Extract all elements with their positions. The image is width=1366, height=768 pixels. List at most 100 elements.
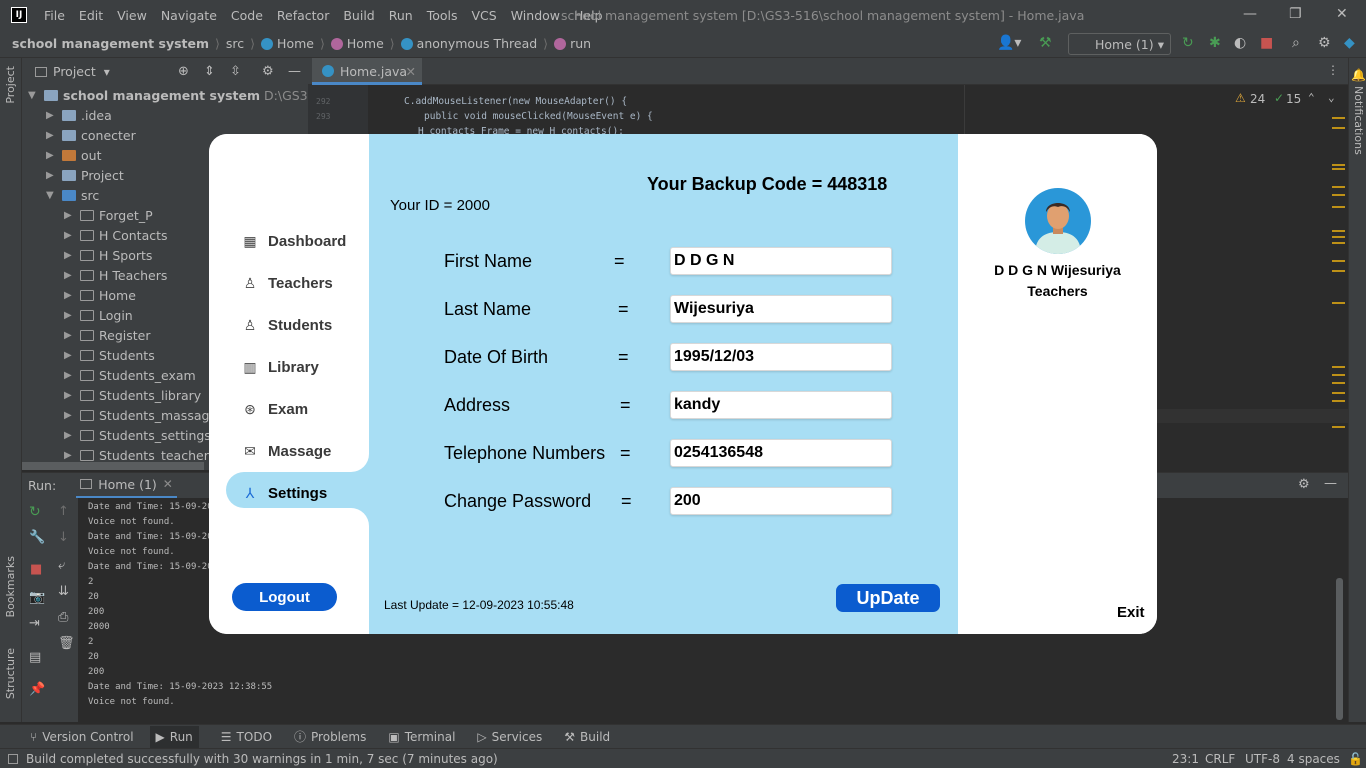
chevron-right-icon[interactable]: ▶ xyxy=(64,230,80,241)
chevron-right-icon[interactable]: ▶ xyxy=(64,430,80,441)
warning-stripe-mark[interactable] xyxy=(1332,194,1345,196)
warning-count[interactable]: 24 xyxy=(1250,92,1265,106)
warning-stripe-mark[interactable] xyxy=(1332,270,1345,272)
breadcrumb-src[interactable]: src xyxy=(226,36,244,51)
sidebar-item-teachers[interactable]: ♙ Teachers xyxy=(241,269,333,297)
tab-terminal[interactable]: ▣ Terminal xyxy=(388,730,455,744)
line-separator[interactable]: CRLF xyxy=(1205,752,1235,766)
restore-icon[interactable]: ❐ xyxy=(1289,6,1302,22)
warning-icon[interactable]: ⚠ xyxy=(1235,91,1246,105)
tab-problems[interactable]: ⓘ Problems xyxy=(294,728,366,745)
minimize-icon[interactable]: — xyxy=(1243,6,1257,22)
bookmarks-tool-tab[interactable]: Bookmarks xyxy=(4,556,17,617)
hide-panel-icon[interactable]: — xyxy=(1324,476,1337,491)
tab-services[interactable]: ▷ Services xyxy=(477,730,542,744)
close-icon[interactable]: ✕ xyxy=(1336,6,1348,22)
more-options-icon[interactable]: ⋮ xyxy=(1327,63,1339,77)
rerun-icon[interactable]: ↻ xyxy=(29,504,41,520)
warning-stripe-mark[interactable] xyxy=(1332,230,1345,232)
update-button[interactable]: UpDate xyxy=(836,584,940,612)
arrow-up-icon[interactable]: ↑ xyxy=(58,504,69,519)
chevron-right-icon[interactable]: ▶ xyxy=(64,450,80,461)
warning-stripe-mark[interactable] xyxy=(1332,302,1345,304)
locate-icon[interactable]: ⊕ xyxy=(178,64,189,79)
warning-stripe-mark[interactable] xyxy=(1332,426,1345,428)
sidebar-item-library[interactable]: ▥ Library xyxy=(241,353,318,381)
chevron-right-icon[interactable]: ▶ xyxy=(64,350,80,361)
debug-icon[interactable]: ✱ xyxy=(1209,35,1221,51)
menu-tools[interactable]: Tools xyxy=(427,8,458,23)
chevron-right-icon[interactable]: ▶ xyxy=(64,290,80,301)
gear-icon[interactable]: ⚙ xyxy=(1298,477,1310,492)
caret-position[interactable]: 23:1 xyxy=(1172,752,1199,766)
pin-icon[interactable]: 📌 xyxy=(29,682,45,697)
menu-edit[interactable]: Edit xyxy=(79,8,103,23)
menu-run[interactable]: Run xyxy=(389,8,413,23)
chevron-right-icon[interactable]: ▶ xyxy=(64,310,80,321)
gear-icon[interactable]: ⚙ xyxy=(1318,35,1331,51)
chevron-right-icon[interactable]: ▶ xyxy=(46,110,62,121)
chevron-right-icon[interactable]: ▶ xyxy=(64,210,80,221)
tree-item-package[interactable]: ▶ Forget_P xyxy=(64,205,153,225)
sidebar-item-exam[interactable]: ⊛ Exam xyxy=(241,395,308,423)
logout-button[interactable]: Logout xyxy=(232,583,337,611)
warning-stripe-mark[interactable] xyxy=(1332,382,1345,384)
address-field[interactable] xyxy=(670,391,892,419)
tree-item-package[interactable]: ▶ H Contacts xyxy=(64,225,168,245)
last-name-field[interactable] xyxy=(670,295,892,323)
chevron-down-icon[interactable]: ▼ xyxy=(28,90,44,101)
sidebar-item-settings[interactable]: ⅄ Settings xyxy=(241,479,327,507)
status-message[interactable]: Build completed successfully with 30 war… xyxy=(26,752,498,766)
first-name-field[interactable] xyxy=(670,247,892,275)
date-of-birth-field[interactable] xyxy=(670,343,892,371)
tree-item-out[interactable]: ▶ out xyxy=(46,145,101,165)
warning-stripe-mark[interactable] xyxy=(1332,236,1345,238)
arrow-down-icon[interactable]: ↓ xyxy=(58,530,69,545)
tree-item-package[interactable]: ▶ Students_settings xyxy=(64,425,211,445)
breadcrumb-anonymous-thread[interactable]: anonymous Thread xyxy=(417,36,538,51)
editor-tab-home-java[interactable]: Home.java ✕ xyxy=(312,58,422,85)
warning-stripe-mark[interactable] xyxy=(1332,164,1345,166)
breadcrumb-run[interactable]: run xyxy=(570,36,591,51)
tree-item-conecter[interactable]: ▶ conecter xyxy=(46,125,136,145)
tab-build[interactable]: ⚒ Build xyxy=(564,730,610,744)
stop-icon[interactable]: ■ xyxy=(30,562,42,577)
tree-item-idea[interactable]: ▶ .idea xyxy=(46,105,112,125)
build-hammer-icon[interactable]: ⚒ xyxy=(1039,35,1052,51)
project-tool-tab[interactable]: Project xyxy=(4,66,17,104)
lock-icon[interactable]: 🔓 xyxy=(1348,752,1363,766)
indent-setting[interactable]: 4 spaces xyxy=(1287,752,1340,766)
tree-item-package[interactable]: ▶ Students xyxy=(64,345,155,365)
close-tab-icon[interactable]: ✕ xyxy=(163,477,173,491)
print-icon[interactable]: ⎙ xyxy=(58,610,68,625)
menu-navigate[interactable]: Navigate xyxy=(161,8,217,23)
tree-item-package[interactable]: ▶ Students_exam xyxy=(64,365,196,385)
warning-stripe-mark[interactable] xyxy=(1332,186,1345,188)
tab-version-control[interactable]: ⑂ Version Control xyxy=(30,730,134,744)
file-encoding[interactable]: UTF-8 xyxy=(1245,752,1280,766)
chevron-right-icon[interactable]: ▶ xyxy=(64,250,80,261)
warning-stripe-mark[interactable] xyxy=(1332,168,1345,170)
gear-icon[interactable]: ⚙ xyxy=(262,64,274,79)
warning-stripe-mark[interactable] xyxy=(1332,127,1345,129)
warning-stripe-mark[interactable] xyxy=(1332,117,1345,119)
project-panel-title[interactable]: Project xyxy=(53,64,96,79)
warning-stripe-mark[interactable] xyxy=(1332,400,1345,402)
chevron-down-icon[interactable]: ⌄ xyxy=(1328,91,1335,104)
plugin-icon[interactable]: ◆ xyxy=(1344,35,1355,51)
chevron-right-icon[interactable]: ▶ xyxy=(64,390,80,401)
tree-item-package[interactable]: ▶ H Sports xyxy=(64,245,152,265)
breadcrumb-class[interactable]: Home xyxy=(347,36,384,51)
scroll-to-end-icon[interactable]: ⇊ xyxy=(58,584,69,599)
menu-file[interactable]: File xyxy=(44,8,65,23)
chevron-right-icon[interactable]: ▶ xyxy=(64,370,80,381)
horizontal-scrollbar[interactable] xyxy=(22,462,204,470)
tree-item-project[interactable]: ▶ Project xyxy=(46,165,124,185)
trash-icon[interactable]: 🗑 xyxy=(58,636,75,651)
structure-tool-tab[interactable]: Structure xyxy=(4,648,17,699)
chevron-right-icon[interactable]: ▶ xyxy=(64,270,80,281)
hide-panel-icon[interactable]: — xyxy=(288,64,301,79)
sidebar-item-students[interactable]: ♙ Students xyxy=(241,311,332,339)
tree-item-src[interactable]: ▼ src xyxy=(46,185,99,205)
breadcrumb-project[interactable]: school management system xyxy=(12,36,209,51)
